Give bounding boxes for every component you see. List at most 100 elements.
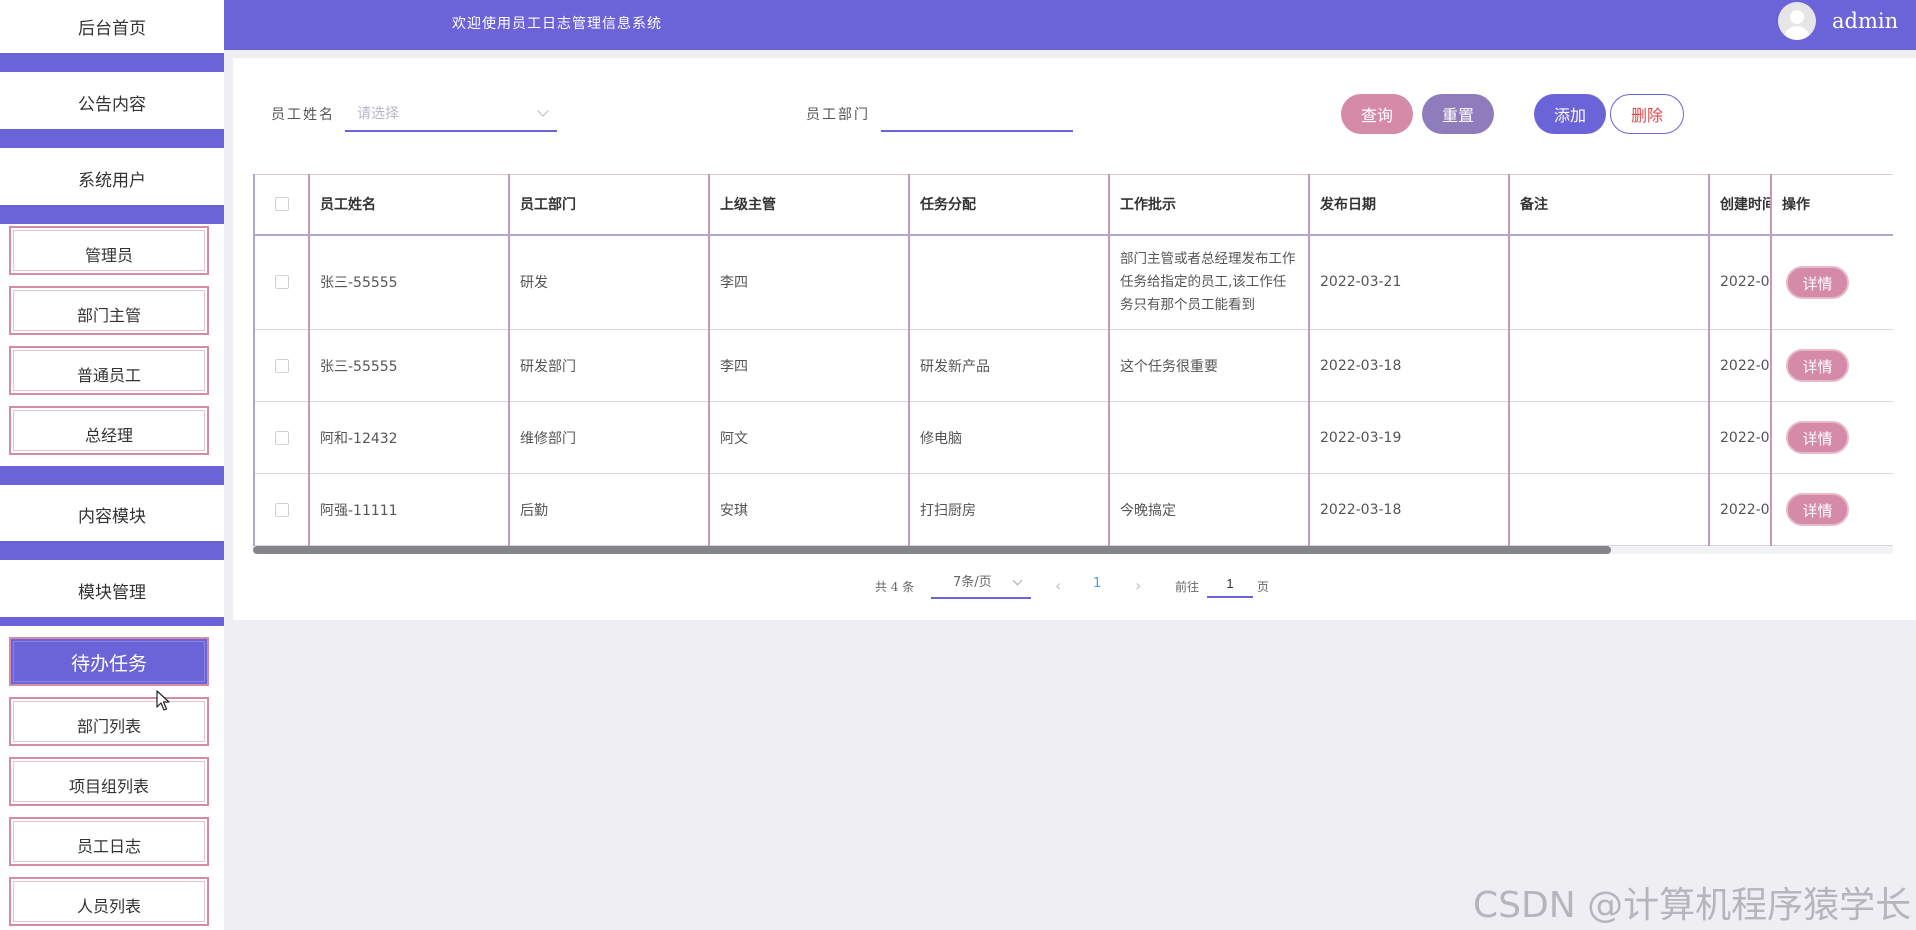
cell-note — [1508, 401, 1710, 474]
page-number-current[interactable]: 1 — [1093, 576, 1101, 591]
add-button[interactable]: 添加 — [1534, 94, 1606, 134]
cell-instruction: 今晚搞定 — [1108, 473, 1310, 546]
cell-name: 阿强-11111 — [308, 473, 510, 546]
cell-name: 张三-55555 — [308, 329, 510, 402]
sidebar-divider — [0, 53, 224, 72]
employee-dept-input[interactable] — [881, 96, 1073, 132]
column-header: 操作 — [1770, 174, 1893, 236]
cell-dept: 研发部门 — [508, 329, 710, 402]
cell-instruction: 部门主管或者总经理发布工作任务给指定的员工,该工作任务只有那个员工能看到 — [1108, 234, 1310, 330]
row-checkbox[interactable] — [274, 358, 289, 373]
user-avatar-icon[interactable] — [1778, 2, 1816, 40]
cell-date: 2022-03-18 — [1308, 473, 1510, 546]
sidebar-item-module-management[interactable]: 模块管理 — [0, 564, 224, 617]
sidebar-item-label: 总经理 — [84, 426, 133, 445]
cell-actions: 详情 — [1770, 234, 1893, 330]
cell-note — [1508, 234, 1710, 330]
sidebar-item-announcements[interactable]: 公告内容 — [0, 76, 224, 129]
row-checkbox-cell — [253, 234, 310, 330]
row-checkbox-cell — [253, 401, 310, 474]
chevron-down-icon — [537, 105, 549, 117]
row-checkbox[interactable] — [274, 502, 289, 517]
cell-note — [1508, 473, 1710, 546]
sidebar-divider — [0, 541, 224, 560]
cell-actions: 详情 — [1770, 401, 1893, 474]
column-header: 备注 — [1508, 174, 1710, 236]
row-checkbox[interactable] — [274, 430, 289, 445]
cell-name: 阿和-12432 — [308, 401, 510, 474]
sidebar-item-label: 项目组列表 — [68, 777, 149, 796]
scrollbar-thumb[interactable] — [253, 546, 1611, 554]
cell-task: 修电脑 — [908, 401, 1110, 474]
sidebar-item-label: 待办任务 — [70, 653, 147, 675]
cell-actions: 详情 — [1770, 329, 1893, 402]
user-name[interactable]: admin — [1832, 9, 1898, 33]
sidebar-item-label: 内容模块 — [78, 507, 146, 527]
table-horizontal-scrollbar[interactable] — [253, 546, 1893, 554]
cell-date: 2022-03-19 — [1308, 401, 1510, 474]
cell-supervisor: 安琪 — [708, 473, 910, 546]
cell-created: 2022-0 — [1708, 473, 1772, 546]
row-checkbox-cell — [253, 329, 310, 402]
column-header: 任务分配 — [908, 174, 1110, 236]
cell-dept: 后勤 — [508, 473, 710, 546]
query-button[interactable]: 查询 — [1341, 94, 1413, 134]
sidebar-item-label: 后台首页 — [78, 19, 146, 39]
detail-button[interactable]: 详情 — [1786, 265, 1849, 299]
next-page-icon[interactable]: › — [1135, 576, 1141, 595]
page-size-select[interactable]: 7条/页 — [931, 569, 1031, 599]
table-row: 张三-55555 研发部门 李四 研发新产品 这个任务很重要 2022-03-1… — [253, 329, 1893, 402]
content-panel: 员工姓名 请选择 员工部门 查询 重置 添加 删除 员工姓名 员工部门 上级主管… — [233, 58, 1916, 620]
cell-note — [1508, 329, 1710, 402]
cell-instruction: 这个任务很重要 — [1108, 329, 1310, 402]
sidebar-item-administrators[interactable]: 管理员 — [9, 226, 209, 275]
sidebar-item-label: 公告内容 — [78, 95, 146, 115]
goto-page-input[interactable] — [1207, 570, 1253, 598]
sidebar-divider — [0, 129, 224, 148]
column-header: 上级主管 — [708, 174, 910, 236]
sidebar-item-todo-tasks[interactable]: 待办任务 — [9, 637, 209, 686]
prev-page-icon[interactable]: ‹ — [1055, 576, 1061, 595]
sidebar-item-personnel[interactable]: 人员列表 — [9, 877, 209, 926]
sidebar-item-label: 系统用户 — [78, 171, 146, 191]
sidebar-item-employees[interactable]: 普通员工 — [9, 346, 209, 395]
employee-name-select[interactable]: 请选择 — [345, 96, 557, 132]
sidebar-item-general-manager[interactable]: 总经理 — [9, 406, 209, 455]
column-header: 员工部门 — [508, 174, 710, 236]
sidebar-item-dashboard[interactable]: 后台首页 — [0, 0, 224, 53]
column-header: 创建时间 — [1708, 174, 1772, 236]
sidebar-divider — [0, 617, 224, 626]
sidebar-item-employee-logs[interactable]: 员工日志 — [9, 817, 209, 866]
page-title: 欢迎使用员工日志管理信息系统 — [452, 16, 662, 32]
cell-date: 2022-03-18 — [1308, 329, 1510, 402]
row-checkbox-cell — [253, 473, 310, 546]
cell-dept: 维修部门 — [508, 401, 710, 474]
table-row: 张三-55555 研发 李四 部门主管或者总经理发布工作任务给指定的员工,该工作… — [253, 234, 1893, 330]
employee-name-label: 员工姓名 — [271, 107, 335, 123]
cell-task: 研发新产品 — [908, 329, 1110, 402]
cell-created: 2022-0 — [1708, 329, 1772, 402]
sidebar-divider — [0, 466, 224, 485]
cell-date: 2022-03-21 — [1308, 234, 1510, 330]
sidebar-item-label: 人员列表 — [76, 897, 141, 916]
goto-label: 前往 — [1175, 580, 1200, 594]
sidebar-item-label: 员工日志 — [76, 837, 141, 856]
cell-supervisor: 李四 — [708, 329, 910, 402]
sidebar-divider — [0, 205, 224, 224]
task-table: 员工姓名 员工部门 上级主管 任务分配 工作批示 发布日期 备注 创建时间 操作… — [253, 174, 1893, 552]
detail-button[interactable]: 详情 — [1786, 421, 1849, 454]
sidebar-item-departments[interactable]: 部门列表 — [9, 697, 209, 746]
sidebar-item-label: 部门列表 — [76, 717, 141, 736]
sidebar-item-project-groups[interactable]: 项目组列表 — [9, 757, 209, 806]
sidebar-item-system-users[interactable]: 系统用户 — [0, 152, 224, 205]
reset-button[interactable]: 重置 — [1422, 94, 1494, 134]
row-checkbox[interactable] — [274, 275, 289, 290]
select-all-cell — [253, 174, 310, 236]
select-all-checkbox[interactable] — [274, 197, 289, 212]
delete-button[interactable]: 删除 — [1610, 94, 1684, 134]
detail-button[interactable]: 详情 — [1786, 493, 1849, 526]
sidebar-item-content-module[interactable]: 内容模块 — [0, 488, 224, 541]
detail-button[interactable]: 详情 — [1786, 349, 1849, 382]
cell-task — [908, 234, 1110, 330]
sidebar-item-dept-managers[interactable]: 部门主管 — [9, 286, 209, 335]
